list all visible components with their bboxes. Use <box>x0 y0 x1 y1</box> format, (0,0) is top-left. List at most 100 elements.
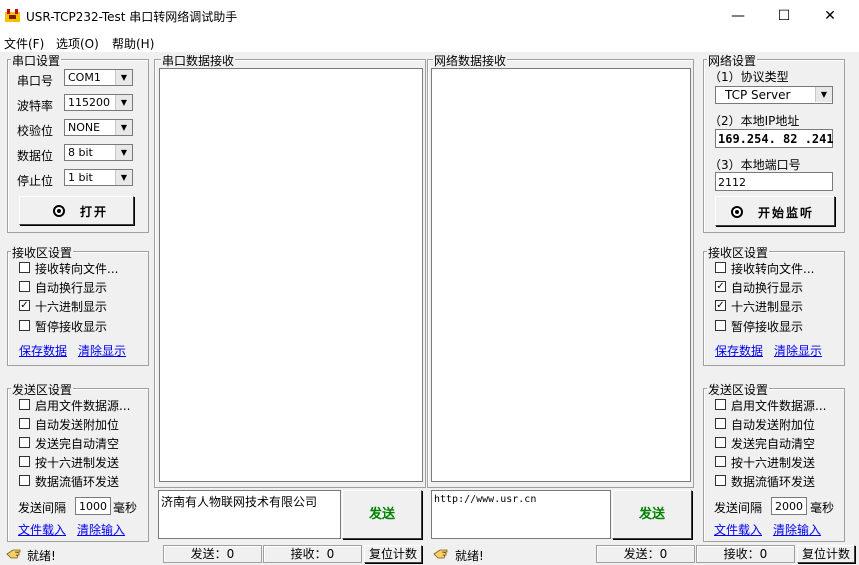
menu-file[interactable]: 文件(F) <box>4 35 44 52</box>
checkbox[interactable] <box>19 437 30 448</box>
pointing-hand-icon <box>433 549 448 559</box>
app-icon <box>5 9 20 22</box>
checkbox[interactable] <box>715 475 726 486</box>
clear-display-link[interactable]: 清除显示 <box>78 342 126 359</box>
reset-count-button[interactable]: 复位计数 <box>797 545 855 563</box>
clear-display-link[interactable]: 清除显示 <box>774 342 822 359</box>
chevron-down-icon[interactable]: ▼ <box>115 145 132 160</box>
checkbox-label: 接收转向文件... <box>731 262 815 276</box>
send-interval-input[interactable]: 2000 <box>771 497 807 515</box>
send-interval-input[interactable]: 1000 <box>75 497 111 515</box>
clear-input-link[interactable]: 清除输入 <box>77 521 125 538</box>
chevron-down-icon[interactable]: ▼ <box>115 120 132 135</box>
checkbox-label: 启用文件数据源... <box>35 399 131 413</box>
checkbox[interactable] <box>19 456 30 467</box>
serial-send-button[interactable]: 发送 <box>342 490 422 539</box>
checkbox[interactable] <box>19 399 30 410</box>
stopbits-select[interactable]: 1 bit ▼ <box>64 169 133 186</box>
checkbox[interactable] <box>19 320 30 331</box>
save-data-link[interactable]: 保存数据 <box>19 342 67 359</box>
checkbox[interactable] <box>715 456 726 467</box>
maximize-button[interactable]: ☐ <box>761 0 807 32</box>
chevron-down-icon[interactable]: ▼ <box>115 95 132 110</box>
network-receive-area[interactable] <box>431 68 691 482</box>
checkbox[interactable] <box>715 320 726 331</box>
checkbox-label: 十六进制显示 <box>35 300 108 314</box>
radio-indicator-icon <box>731 206 743 218</box>
checkbox[interactable] <box>715 399 726 410</box>
chevron-down-icon[interactable]: ▼ <box>115 170 132 185</box>
checkbox-label: 按十六进制发送 <box>35 456 120 470</box>
serial-receive-area[interactable] <box>159 68 423 482</box>
checkbox-label: 发送完自动清空 <box>35 437 120 451</box>
stopbits-label: 停止位 <box>17 174 54 188</box>
checkbox-label: 暂停接收显示 <box>731 320 804 334</box>
load-file-link[interactable]: 文件载入 <box>18 521 66 538</box>
clear-input-link[interactable]: 清除输入 <box>773 521 821 538</box>
port-select[interactable]: COM1 ▼ <box>64 69 133 86</box>
checkbox-label: 按十六进制发送 <box>731 456 816 470</box>
checkbox-label: 自动换行显示 <box>35 281 108 295</box>
checkbox-label: 数据流循环发送 <box>35 475 120 489</box>
save-data-link[interactable]: 保存数据 <box>715 342 763 359</box>
receive-count: 接收：0 <box>263 545 362 563</box>
baud-select[interactable]: 115200 ▼ <box>64 94 133 111</box>
checkbox[interactable] <box>19 262 30 273</box>
pointing-hand-icon <box>6 549 21 559</box>
port-value: COM1 <box>68 71 101 84</box>
status-text: 就绪! <box>455 549 484 563</box>
send-interval-unit: 毫秒 <box>113 501 138 515</box>
stopbits-value: 1 bit <box>68 171 93 184</box>
network-receive-title: 网络数据接收 <box>433 52 508 69</box>
start-listen-label: 开始监听 <box>758 206 815 220</box>
checkbox[interactable] <box>19 475 30 486</box>
baud-value: 115200 <box>68 96 110 109</box>
close-button[interactable]: ✕ <box>807 0 853 32</box>
send-interval-label: 发送间隔 <box>714 501 763 515</box>
send-interval-label: 发送间隔 <box>18 501 67 515</box>
checkbox[interactable] <box>19 281 30 292</box>
start-listen-button[interactable]: 开始监听 <box>715 196 835 226</box>
reset-count-button[interactable]: 复位计数 <box>364 545 422 563</box>
chevron-down-icon[interactable]: ▼ <box>115 70 132 85</box>
receive-count: 接收：0 <box>696 545 795 563</box>
serial-send-settings-title: 发送区设置 <box>11 381 74 398</box>
chevron-down-icon[interactable]: ▼ <box>815 87 832 102</box>
checkbox-label: 自动发送附加位 <box>35 418 120 432</box>
send-interval-unit: 毫秒 <box>810 501 835 515</box>
checkbox-checked[interactable]: ✓ <box>715 281 726 292</box>
minimize-button[interactable]: — <box>715 0 761 32</box>
open-port-button[interactable]: 打开 <box>19 196 134 225</box>
radio-indicator-icon <box>53 205 65 217</box>
checkbox[interactable] <box>19 418 30 429</box>
checkbox-label: 暂停接收显示 <box>35 320 108 334</box>
network-send-input[interactable]: http://www.usr.cn <box>431 490 611 539</box>
protocol-select[interactable]: TCP Server ▼ <box>715 86 833 104</box>
checkbox[interactable] <box>715 262 726 273</box>
send-count: 发送：0 <box>596 545 695 563</box>
serial-receive-title: 串口数据接收 <box>161 52 236 69</box>
window-title: USR-TCP232-Test 串口转网络调试助手 <box>26 10 238 24</box>
checkbox[interactable] <box>715 418 726 429</box>
ip-label: （2）本地IP地址 <box>709 114 800 128</box>
baud-label: 波特率 <box>17 99 54 113</box>
local-port-label: （3）本地端口号 <box>709 158 801 172</box>
title-bar: USR-TCP232-Test 串口转网络调试助手 — ☐ ✕ <box>0 0 859 32</box>
network-send-button[interactable]: 发送 <box>612 490 692 539</box>
checkbox[interactable] <box>715 437 726 448</box>
checkbox-checked[interactable]: ✓ <box>19 300 30 311</box>
network-send-settings-title: 发送区设置 <box>707 381 770 398</box>
databits-select[interactable]: 8 bit ▼ <box>64 144 133 161</box>
parity-value: NONE <box>68 121 101 134</box>
checkbox-label: 十六进制显示 <box>731 300 804 314</box>
send-count: 发送：0 <box>163 545 262 563</box>
local-port-field[interactable]: 2112 <box>715 172 833 191</box>
menu-help[interactable]: 帮助(H) <box>112 35 154 52</box>
menu-options[interactable]: 选项(O) <box>56 35 99 52</box>
parity-select[interactable]: NONE ▼ <box>64 119 133 136</box>
status-text: 就绪! <box>27 549 56 563</box>
ip-address-field[interactable]: 169.254. 82 .241 <box>715 129 834 148</box>
load-file-link[interactable]: 文件载入 <box>714 521 762 538</box>
serial-send-input[interactable]: 济南有人物联网技术有限公司 <box>158 490 341 539</box>
checkbox-checked[interactable]: ✓ <box>715 300 726 311</box>
